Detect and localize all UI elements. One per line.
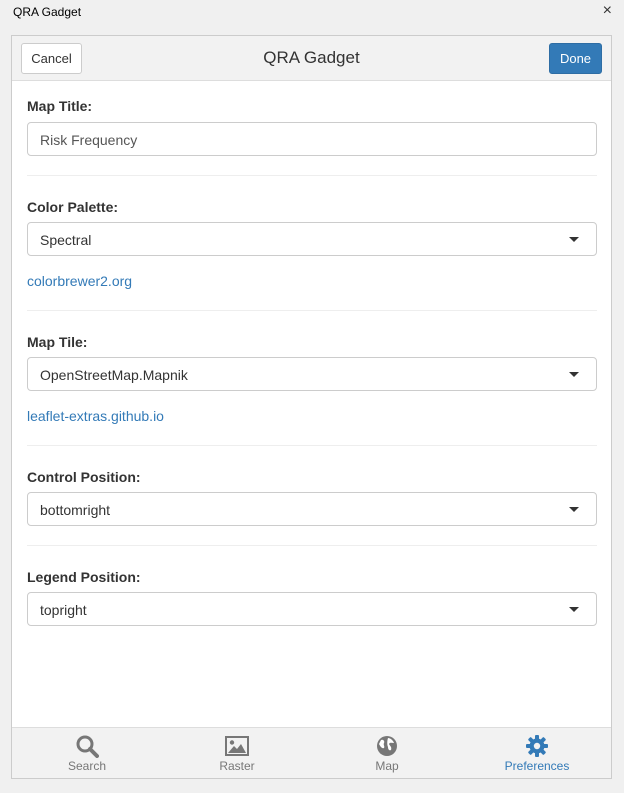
divider (27, 545, 597, 546)
tab-label: Raster (219, 759, 255, 773)
window-titlebar: QRA Gadget × (0, 0, 624, 23)
divider (27, 175, 597, 176)
divider (27, 310, 597, 311)
done-button[interactable]: Done (549, 43, 602, 74)
tab-raster[interactable]: Raster (162, 728, 312, 779)
control-position-select[interactable]: bottomright (27, 492, 597, 526)
page-title: QRA Gadget (263, 48, 360, 67)
chevron-down-icon (569, 237, 579, 242)
color-palette-label: Color Palette: (27, 199, 119, 215)
window-title: QRA Gadget (13, 5, 82, 19)
tab-label: Map (375, 759, 399, 773)
color-palette-select[interactable]: Spectral (27, 222, 597, 256)
tab-map[interactable]: Map (312, 728, 462, 779)
tab-label: Preferences (504, 759, 570, 773)
chevron-down-icon (569, 607, 579, 612)
control-position-label: Control Position: (27, 469, 141, 485)
image-icon (225, 736, 249, 756)
globe-icon (377, 736, 397, 756)
search-icon (76, 735, 99, 758)
tab-preferences[interactable]: Preferences (462, 728, 612, 779)
colorbrewer-link[interactable]: colorbrewer2.org (27, 273, 132, 289)
gear-icon (526, 735, 548, 757)
control-position-value: bottomright (40, 502, 111, 518)
map-tile-label: Map Tile: (27, 334, 88, 350)
color-palette-value: Spectral (40, 232, 92, 248)
map-tile-value: OpenStreetMap.Mapnik (40, 367, 188, 383)
gadget-header: Cancel QRA Gadget Done (12, 36, 611, 81)
tab-search[interactable]: Search (12, 728, 162, 779)
map-title-value: Risk Frequency (40, 132, 138, 148)
chevron-down-icon (569, 507, 579, 512)
legend-position-label: Legend Position: (27, 569, 141, 585)
legend-position-value: topright (40, 602, 87, 618)
tab-label: Search (67, 759, 107, 773)
map-title-input[interactable]: Risk Frequency (27, 122, 597, 156)
close-icon[interactable]: × (603, 1, 612, 21)
map-title-label: Map Title: (27, 98, 93, 114)
leaflet-extras-link[interactable]: leaflet-extras.github.io (27, 408, 164, 424)
legend-position-select[interactable]: topright (27, 592, 597, 626)
gadget-panel: Cancel QRA Gadget Done Map Title: Risk F… (11, 35, 612, 779)
bottom-tab-bar: Search Raster Map Preferences (12, 727, 611, 778)
chevron-down-icon (569, 372, 579, 377)
map-tile-select[interactable]: OpenStreetMap.Mapnik (27, 357, 597, 391)
divider (27, 445, 597, 446)
